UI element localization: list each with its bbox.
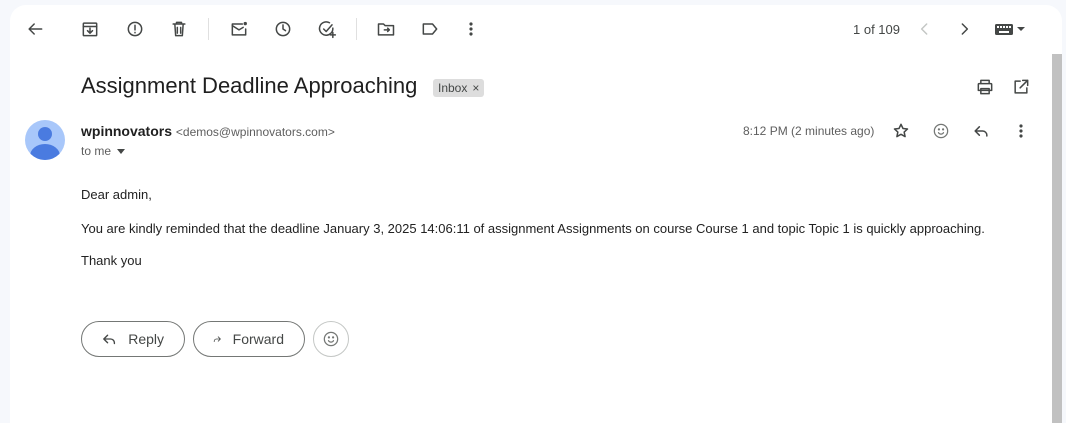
back-arrow-icon[interactable] [19,13,51,45]
chevron-left-icon[interactable] [909,13,941,45]
forward-button[interactable]: Forward [193,321,305,357]
smiley-icon [323,331,339,347]
email-message: You are kindly reminded that the deadlin… [81,221,985,236]
avatar[interactable] [25,120,65,160]
more-vert-icon[interactable] [455,13,487,45]
toolbar-divider [208,18,209,40]
reply-button[interactable]: Reply [81,321,185,357]
email-signoff: Thank you [81,253,142,268]
label-text: Inbox [438,81,468,95]
snooze-icon[interactable] [267,13,299,45]
pagination-counter: 1 of 109 [853,22,900,37]
emoji-reaction-icon[interactable] [925,115,957,147]
recipient-details[interactable]: to me [81,144,126,158]
add-to-tasks-icon[interactable] [311,13,343,45]
caret-down-icon[interactable] [117,148,126,154]
print-icon[interactable] [969,71,1001,103]
forward-arrow-icon [213,336,221,343]
scrollbar[interactable] [1052,54,1062,423]
sender-email: <demos@wpinnovators.com> [175,125,335,139]
archive-icon[interactable] [74,13,106,45]
email-greeting: Dear admin, [81,187,152,202]
report-spam-icon[interactable] [119,13,151,45]
recipient-label: to me [81,144,112,158]
open-in-new-window-icon[interactable] [1005,71,1037,103]
star-icon[interactable] [885,115,917,147]
reply-button-label: Reply [128,331,164,347]
emoji-react-button[interactable] [313,321,349,357]
avatar-head-icon [38,127,52,141]
delete-icon[interactable] [163,13,195,45]
reply-icon[interactable] [965,115,997,147]
chevron-right-icon[interactable] [948,13,980,45]
label-icon[interactable] [414,13,446,45]
reply-arrow-icon [103,334,116,345]
email-timestamp: 8:12 PM (2 minutes ago) [743,124,875,138]
sender-info: wpinnovators <demos@wpinnovators.com> [81,123,335,139]
sender-name[interactable]: wpinnovators [81,123,172,139]
avatar-body-icon [30,144,60,160]
toolbar-divider [356,18,357,40]
remove-label-icon[interactable]: × [472,81,479,95]
inbox-label-chip[interactable]: Inbox × [433,79,485,97]
email-subject: Assignment Deadline Approaching [81,73,418,98]
mark-unread-icon[interactable] [223,13,255,45]
keyboard-icon[interactable] [988,13,1032,45]
email-panel [10,5,1062,423]
more-options-icon[interactable] [1005,115,1037,147]
move-to-icon[interactable] [370,13,402,45]
forward-button-label: Forward [232,331,284,347]
